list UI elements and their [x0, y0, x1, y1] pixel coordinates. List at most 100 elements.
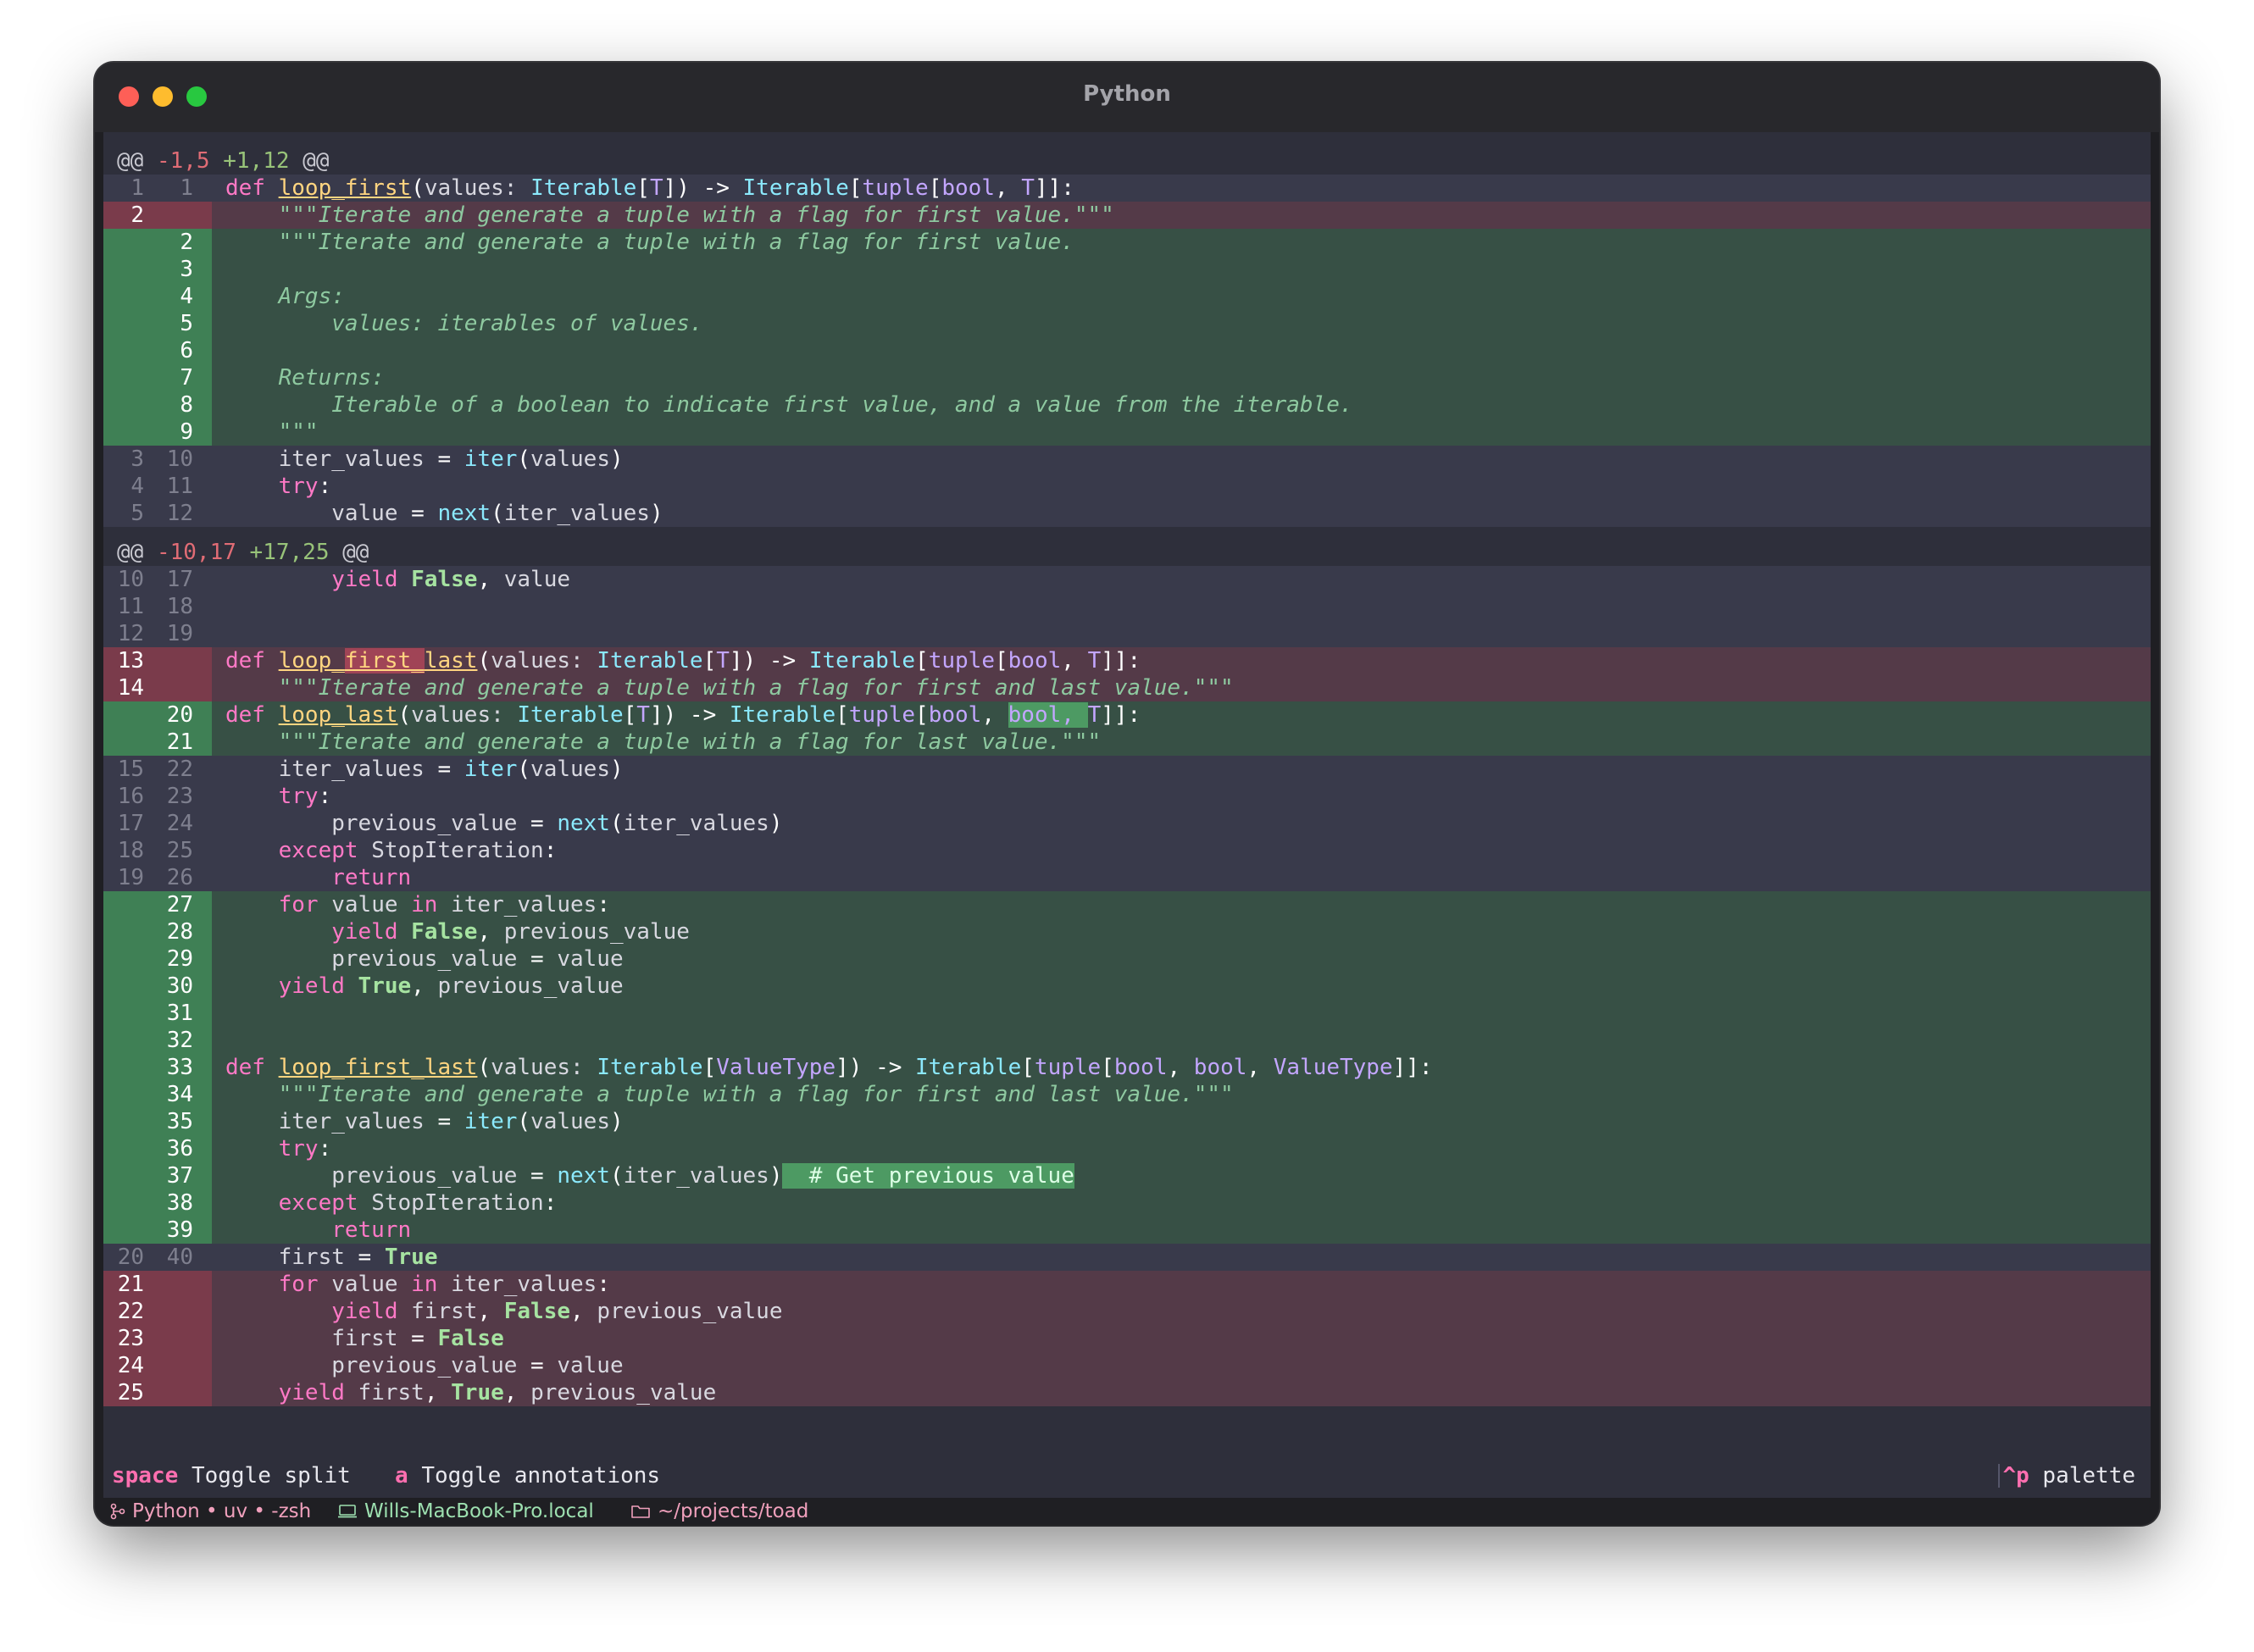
diff-line-added: 5 values: iterables of values. — [103, 310, 2151, 337]
code-token: loop_first — [278, 175, 412, 201]
old-line-number: 15 — [117, 757, 144, 782]
line-number-gutter: 24 — [103, 1352, 212, 1379]
code-token: T — [1087, 648, 1102, 674]
diff-line-added: 20 def loop_last(values: Iterable[T]) -> … — [103, 701, 2151, 729]
diff-code-area: @@ -1,5 +1,12 @@ 1 1 def loop_first(values:… — [103, 132, 2151, 1406]
directory-label: ~/projects/toad — [658, 1500, 809, 1522]
code-text: yield False, value — [225, 566, 570, 593]
hunk-header-part: @@ — [117, 148, 157, 174]
old-line-number: 18 — [117, 838, 144, 863]
old-line-number: 5 — [130, 501, 144, 526]
line-number-gutter: 2 — [103, 229, 212, 256]
code-token: previous_value — [225, 1163, 531, 1189]
code-text: def loop_first_last(values: Iterable[T])… — [225, 647, 1141, 674]
diff-line-context: 15 22 iter_values = iter(values) — [103, 756, 2151, 783]
code-token: value — [557, 1353, 624, 1378]
code-token: StopIteration — [371, 838, 544, 863]
code-token: """Iterate and generate a tuple with a f… — [225, 729, 1102, 755]
line-number-gutter: 10 17 — [103, 566, 212, 593]
diff-line-context: 3 10 iter_values = iter(values) — [103, 446, 2151, 473]
new-line-number: 6 — [180, 338, 193, 363]
line-number-gutter: 15 22 — [103, 756, 212, 783]
code-token: Iterable — [729, 702, 836, 728]
code-token: = — [530, 811, 558, 836]
toggle-annotations-hint[interactable]: a Toggle annotations — [395, 1457, 660, 1494]
toggle-annotations-label: Toggle annotations — [421, 1463, 661, 1488]
diff-line-removed: 22 yield first, False, previous_value — [103, 1298, 2151, 1325]
line-number-gutter: 20 — [103, 701, 212, 729]
directory-status: ~/projects/toad — [630, 1498, 808, 1525]
code-token: """Iterate and generate a tuple with a f… — [225, 675, 1234, 701]
old-line-number: 17 — [117, 811, 144, 836]
code-token: ]]: — [1034, 175, 1074, 201]
code-token: Args: — [225, 284, 345, 309]
line-number-gutter: 30 — [103, 973, 212, 1000]
code-token: : — [597, 892, 610, 917]
new-line-number: 23 — [166, 784, 193, 809]
code-token: , — [981, 702, 1008, 728]
diff-view[interactable]: @@ -1,5 +1,12 @@ 1 1 def loop_first(values:… — [103, 132, 2151, 1498]
diff-line-removed: 13 def loop_first_last(values: Iterable[T… — [103, 647, 2151, 674]
code-token: values: — [491, 648, 597, 674]
diff-line-context: 19 26 return — [103, 864, 2151, 891]
new-line-number: 19 — [166, 621, 193, 646]
diff-line-removed: 21 for value in iter_values: — [103, 1271, 2151, 1298]
code-token: ]]: — [1101, 648, 1141, 674]
code-token: [ — [915, 702, 929, 728]
code-token: """Iterate and generate a tuple with a f… — [225, 1082, 1234, 1107]
new-line-number: 3 — [180, 257, 193, 282]
code-token: iter_values — [225, 757, 438, 782]
diff-line-added: 31 — [103, 1000, 2151, 1027]
code-token: tuple — [1034, 1055, 1102, 1080]
new-line-number: 29 — [166, 946, 193, 972]
diff-line-removed: 25 yield first, True, previous_value — [103, 1379, 2151, 1406]
code-token: Iterable — [915, 1055, 1022, 1080]
line-number-gutter: 14 — [103, 674, 212, 701]
diff-line-removed: 14 """Iterate and generate a tuple with … — [103, 674, 2151, 701]
code-token: T — [716, 648, 730, 674]
toggle-split-key: space — [112, 1463, 179, 1488]
palette-hint[interactable]: ^p palette — [2002, 1457, 2135, 1494]
code-token: bool — [928, 702, 982, 728]
new-line-number: 25 — [166, 838, 193, 863]
code-token: ) — [769, 1163, 783, 1189]
line-number-gutter: 2 — [103, 202, 212, 229]
code-token: Iterable — [597, 1055, 703, 1080]
code-text: yield first, False, previous_value — [225, 1298, 782, 1325]
old-line-number: 25 — [117, 1380, 144, 1405]
code-text: def loop_first_last(values: Iterable[Val… — [225, 1054, 1433, 1081]
line-number-gutter: 5 — [103, 310, 212, 337]
line-number-gutter: 6 — [103, 337, 212, 364]
code-text: """ — [225, 419, 319, 446]
code-token: value — [225, 501, 412, 526]
code-text: return — [225, 1217, 411, 1244]
new-line-number: 24 — [166, 811, 193, 836]
old-line-number: 20 — [117, 1245, 144, 1270]
code-token: except — [225, 1190, 372, 1216]
diff-line-added: 39 return — [103, 1217, 2151, 1244]
new-line-number: 20 — [166, 702, 193, 728]
host-label: Wills-MacBook-Pro.local — [364, 1500, 594, 1522]
toggle-split-hint[interactable]: space Toggle split — [112, 1457, 351, 1494]
code-token: [ — [994, 648, 1008, 674]
code-text: try: — [225, 783, 332, 810]
code-token: T — [1021, 175, 1035, 201]
line-number-gutter: 9 — [103, 419, 212, 446]
old-line-number: 11 — [117, 594, 144, 619]
line-number-gutter: 17 24 — [103, 810, 212, 837]
code-token: iter — [464, 446, 518, 472]
old-line-number: 19 — [117, 865, 144, 890]
palette-label: palette — [2042, 1463, 2135, 1488]
code-text: """Iterate and generate a tuple with a f… — [225, 729, 1102, 756]
code-text: for value in iter_values: — [225, 1271, 610, 1298]
code-token: ( — [517, 1109, 531, 1134]
host-status: Wills-MacBook-Pro.local — [337, 1498, 594, 1525]
laptop-icon — [338, 1505, 357, 1518]
new-line-number: 32 — [166, 1028, 193, 1053]
diff-line-added: 35 iter_values = iter(values) — [103, 1108, 2151, 1135]
hunk-header-part: -1,5 — [156, 148, 210, 174]
diff-line-added: 28 yield False, previous_value — [103, 918, 2151, 945]
code-token: ) — [649, 501, 663, 526]
code-text: """Iterate and generate a tuple with a f… — [225, 202, 1114, 229]
code-token: except — [225, 838, 372, 863]
